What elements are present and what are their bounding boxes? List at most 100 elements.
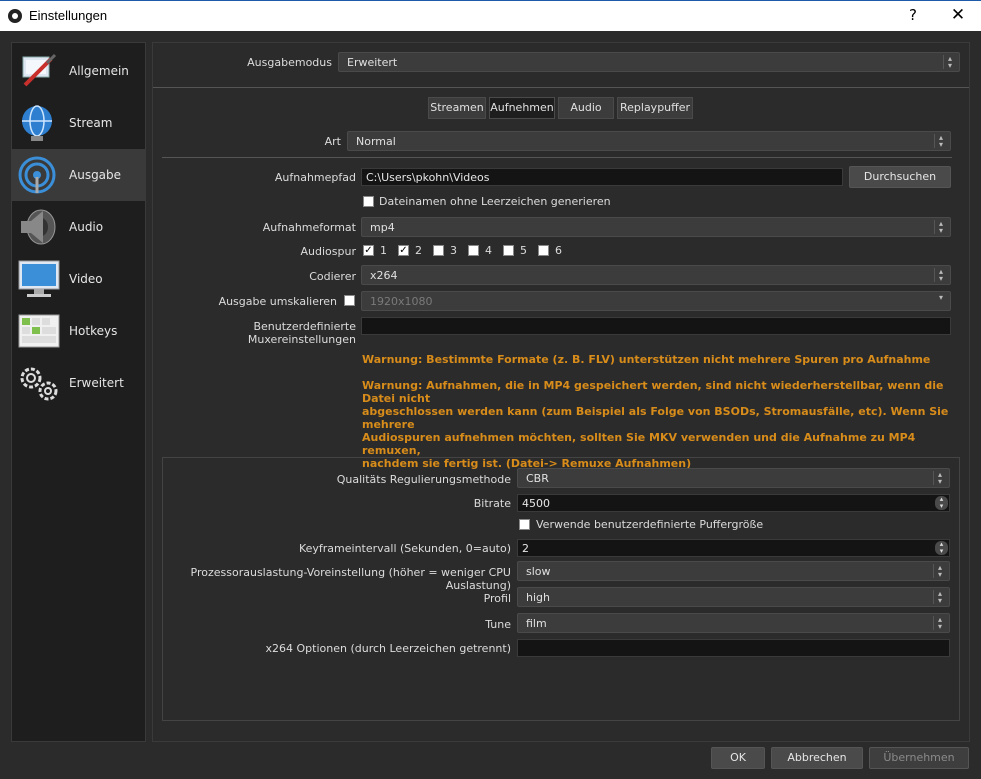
rate-control-select[interactable]: CBR ▴ ▾ bbox=[517, 468, 950, 488]
audio-track-checkbox[interactable]: ✓ bbox=[363, 245, 374, 256]
profile-label: Profil bbox=[483, 592, 511, 605]
audio-track-number: 2 bbox=[415, 244, 422, 257]
recording-type-value: Normal bbox=[356, 135, 396, 148]
title-bar: Einstellungen ? ✕ bbox=[0, 0, 981, 31]
output-mode-value: Erweitert bbox=[347, 56, 398, 69]
bitrate-label: Bitrate bbox=[473, 497, 511, 510]
keyframe-spinbox[interactable]: 2 ▴ ▾ bbox=[517, 539, 950, 557]
spin-arrows-icon[interactable]: ▴ ▾ bbox=[935, 496, 948, 510]
profile-select[interactable]: high ▴ ▾ bbox=[517, 587, 950, 607]
tab-aufnehmen[interactable]: Aufnehmen bbox=[489, 97, 555, 119]
obs-logo-icon bbox=[8, 9, 22, 23]
updown-arrows-icon: ▴ ▾ bbox=[933, 564, 946, 579]
chevron-down-icon: ▾ bbox=[938, 293, 943, 302]
globe-icon bbox=[22, 105, 52, 141]
tab-replaypuffer[interactable]: Replaypuffer bbox=[617, 97, 693, 119]
tune-select[interactable]: film ▴ ▾ bbox=[517, 613, 950, 633]
rescale-resolution-value: 1920x1080 bbox=[370, 295, 433, 308]
updown-arrows-icon: ▴ ▾ bbox=[933, 590, 946, 605]
close-button[interactable]: ✕ bbox=[945, 5, 971, 27]
bitrate-spinbox[interactable]: 4500 ▴ ▾ bbox=[517, 494, 950, 512]
warning-mp4-line: Warnung: Aufnahmen, die in MP4 gespeiche… bbox=[362, 379, 944, 405]
sidebar-item-stream[interactable]: Stream bbox=[12, 97, 145, 149]
tune-value: film bbox=[526, 617, 547, 630]
tab-streamen[interactable]: Streamen bbox=[428, 97, 486, 119]
sidebar-item-allgemein[interactable]: Allgemein bbox=[12, 45, 145, 97]
sidebar-item-label: Video bbox=[69, 272, 103, 286]
cancel-button[interactable]: Abbrechen bbox=[771, 747, 863, 769]
audio-track-checkbox[interactable] bbox=[503, 245, 514, 256]
audio-track-checkbox[interactable] bbox=[468, 245, 479, 256]
cpu-preset-value: slow bbox=[526, 565, 551, 578]
help-button[interactable]: ? bbox=[900, 6, 926, 26]
audio-track-number: 4 bbox=[485, 244, 492, 257]
x264-options-input[interactable] bbox=[517, 639, 950, 657]
sidebar-item-audio[interactable]: Audio bbox=[12, 201, 145, 253]
broadcast-icon bbox=[18, 156, 56, 194]
rate-control-value: CBR bbox=[526, 472, 549, 485]
sidebar-item-label: Erweitert bbox=[69, 376, 124, 390]
sidebar-item-hotkeys[interactable]: Hotkeys bbox=[12, 305, 145, 357]
no-space-filename-label: Dateinamen ohne Leerzeichen generieren bbox=[379, 195, 611, 208]
updown-arrows-icon: ▴ ▾ bbox=[934, 268, 947, 283]
updown-arrows-icon: ▴ ▾ bbox=[943, 55, 956, 70]
audio-track-number: 5 bbox=[520, 244, 527, 257]
apply-button[interactable]: Übernehmen bbox=[869, 747, 969, 769]
custom-buffer-checkbox[interactable] bbox=[519, 519, 530, 530]
sidebar-item-label: Audio bbox=[69, 220, 104, 234]
muxer-settings-label: Benutzerdefinierte Muxereinstellungen bbox=[247, 320, 356, 346]
ok-button[interactable]: OK bbox=[711, 747, 765, 769]
rescale-label: Ausgabe umskalieren bbox=[218, 295, 337, 308]
updown-arrows-icon: ▴ ▾ bbox=[934, 134, 947, 149]
updown-arrows-icon: ▴ ▾ bbox=[933, 471, 946, 486]
sidebar-item-label: Stream bbox=[69, 116, 113, 130]
encoder-select[interactable]: x264 ▴ ▾ bbox=[361, 265, 951, 285]
divider bbox=[153, 87, 969, 88]
rescale-checkbox[interactable] bbox=[344, 295, 355, 306]
rescale-resolution-select[interactable]: 1920x1080 ▾ bbox=[361, 291, 951, 311]
recording-format-label: Aufnahmeformat bbox=[262, 221, 356, 234]
tune-label: Tune bbox=[485, 618, 511, 631]
recording-path-input[interactable]: C:\Users\pkohn\Videos bbox=[361, 168, 843, 186]
audio-track-checkbox[interactable]: ✓ bbox=[398, 245, 409, 256]
warning-mp4-line: Audiospuren aufnehmen möchten, sollten S… bbox=[362, 431, 916, 457]
recording-format-select[interactable]: mp4 ▴ ▾ bbox=[361, 217, 951, 237]
general-settings-icon bbox=[22, 53, 57, 87]
audio-track-number: 3 bbox=[450, 244, 457, 257]
sidebar-item-label: Ausgabe bbox=[69, 168, 122, 182]
output-mode-select[interactable]: Erweitert ▴ ▾ bbox=[338, 52, 960, 72]
browse-button[interactable]: Durchsuchen bbox=[849, 166, 951, 188]
x264-options-label: x264 Optionen (durch Leerzeichen getrenn… bbox=[265, 642, 512, 655]
divider bbox=[162, 157, 952, 158]
cpu-preset-select[interactable]: slow ▴ ▾ bbox=[517, 561, 950, 581]
profile-value: high bbox=[526, 591, 550, 604]
muxer-settings-input[interactable] bbox=[361, 317, 951, 335]
recording-path-label: Aufnahmepfad bbox=[274, 171, 356, 184]
recording-type-select[interactable]: Normal ▴ ▾ bbox=[347, 131, 951, 151]
gears-icon bbox=[20, 367, 58, 401]
sidebar-item-ausgabe[interactable]: Ausgabe bbox=[12, 149, 145, 201]
encoder-label: Codierer bbox=[309, 270, 356, 283]
warning-mp4-line: abgeschlossen werden kann (zum Beispiel … bbox=[362, 405, 949, 431]
audio-track-number: 1 bbox=[380, 244, 387, 257]
recording-format-value: mp4 bbox=[370, 221, 395, 234]
audio-track-checkbox[interactable] bbox=[538, 245, 549, 256]
audio-track-number: 6 bbox=[555, 244, 562, 257]
audio-track-label: Audiospur bbox=[300, 245, 356, 258]
spin-arrows-icon[interactable]: ▴ ▾ bbox=[935, 541, 948, 555]
custom-buffer-label: Verwende benutzerdefinierte Puffergröße bbox=[536, 518, 764, 531]
settings-sidebar: Allgemein Stream Ausgabe Audio Video Hot… bbox=[11, 42, 146, 742]
sidebar-item-video[interactable]: Video bbox=[12, 253, 145, 305]
encoder-value: x264 bbox=[370, 269, 398, 282]
tab-audio[interactable]: Audio bbox=[558, 97, 614, 119]
no-space-filename-checkbox[interactable] bbox=[363, 196, 374, 207]
window-title: Einstellungen bbox=[29, 8, 108, 23]
audio-track-checkbox[interactable] bbox=[433, 245, 444, 256]
cpu-preset-label: Prozessorauslastung-Voreinstellung (höhe… bbox=[190, 566, 511, 592]
speaker-icon bbox=[21, 209, 56, 245]
keyboard-icon bbox=[18, 314, 60, 348]
sidebar-item-label: Allgemein bbox=[69, 64, 129, 78]
warning-multitrack: Warnung: Bestimmte Formate (z. B. FLV) u… bbox=[362, 353, 931, 366]
output-mode-label: Ausgabemodus bbox=[247, 56, 332, 69]
sidebar-item-erweitert[interactable]: Erweitert bbox=[12, 357, 145, 409]
